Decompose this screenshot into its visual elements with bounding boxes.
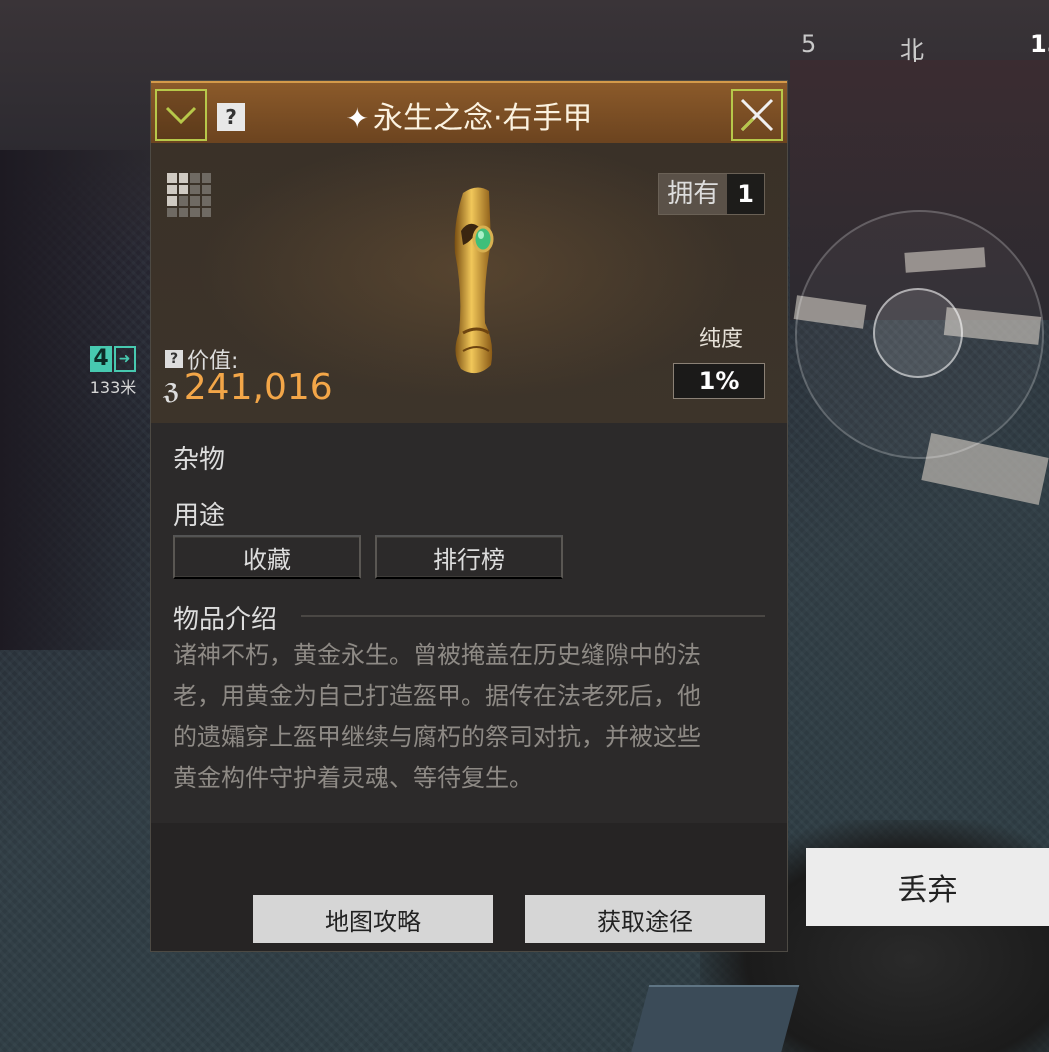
item-title-text: 永生之念·右手甲 xyxy=(372,101,593,136)
close-button[interactable] xyxy=(731,89,783,141)
exit-icon: ➜ xyxy=(113,346,136,372)
owned-label: 拥有 xyxy=(659,174,728,214)
exit-marker: 4 ➜ 133米 xyxy=(84,346,142,398)
item-category: 杂物 xyxy=(173,445,226,475)
item-value: 241,016 xyxy=(183,367,333,408)
gauntlet-icon xyxy=(454,187,494,374)
intro-text: 诸神不朽，黄金永生。曾被掩盖在历史缝隙中的法 老，用黄金为自己打造盔甲。据传在法… xyxy=(173,635,773,799)
intro-line: 黄金构件守护着灵魂、等待复生。 xyxy=(173,764,533,792)
item-info: 杂物 用途 收藏 排行榜 物品介绍 诸神不朽，黄金永生。曾被掩盖在历史缝隙中的法… xyxy=(151,423,787,823)
rarity-star-icon: ✦ xyxy=(345,102,369,135)
owned-value: 1 xyxy=(727,174,764,214)
map-guide-button[interactable]: 地图攻略 xyxy=(253,895,493,943)
exit-marker-number: 4 xyxy=(90,346,112,372)
close-icon xyxy=(740,98,774,132)
compass-tick xyxy=(914,48,916,62)
value-row: ℨ 241,016 xyxy=(163,367,333,408)
purity-value: 1% xyxy=(673,363,765,399)
grid-size-icon xyxy=(167,173,211,217)
panel-footer: 地图攻略 获取途径 xyxy=(151,823,787,951)
exit-marker-badge: 4 ➜ xyxy=(90,346,136,372)
acquire-button[interactable]: 获取途径 xyxy=(525,895,765,943)
compass-right: 15 xyxy=(1030,30,1049,58)
compass-center: 北 xyxy=(900,36,924,64)
compass-left: 5 xyxy=(801,30,817,58)
exit-marker-distance: 133米 xyxy=(89,378,137,397)
panel-titlebar: ? ✦ 永生之念·右手甲 xyxy=(151,81,787,145)
discard-button[interactable]: 丢弃 xyxy=(806,848,1049,926)
owned-count: 拥有 1 xyxy=(658,173,765,215)
shadow-left xyxy=(0,150,160,650)
intro-line: 的遗孀穿上盔甲继续与腐朽的祭司对抗，并被这些 xyxy=(173,723,701,751)
intro-divider xyxy=(301,615,765,617)
item-detail-panel: ? ✦ 永生之念·右手甲 拥有 1 ? 价值: ℨ 241,016 纯度 1% … xyxy=(150,80,788,952)
purity-label: 纯度 xyxy=(698,327,743,352)
coin-icon: ℨ xyxy=(163,380,180,405)
usage-title: 用途 xyxy=(173,501,226,531)
intro-line: 老，用黄金为自己打造盔甲。据传在法老死后，他 xyxy=(173,682,701,710)
usage-tag-leaderboard[interactable]: 排行榜 xyxy=(375,535,563,579)
intro-line: 诸神不朽，黄金永生。曾被掩盖在历史缝隙中的法 xyxy=(173,641,701,669)
value-help-icon[interactable]: ? xyxy=(165,350,183,368)
compass: 5 北 15 xyxy=(795,30,1049,70)
intro-title: 物品介绍 xyxy=(173,605,278,635)
held-device xyxy=(630,985,800,1052)
usage-tag-collection[interactable]: 收藏 xyxy=(173,535,361,579)
joystick-knob[interactable] xyxy=(873,288,963,378)
item-showcase: 拥有 1 ? 价值: ℨ 241,016 纯度 1% xyxy=(151,143,787,423)
item-title: ✦ 永生之念·右手甲 xyxy=(151,93,787,137)
